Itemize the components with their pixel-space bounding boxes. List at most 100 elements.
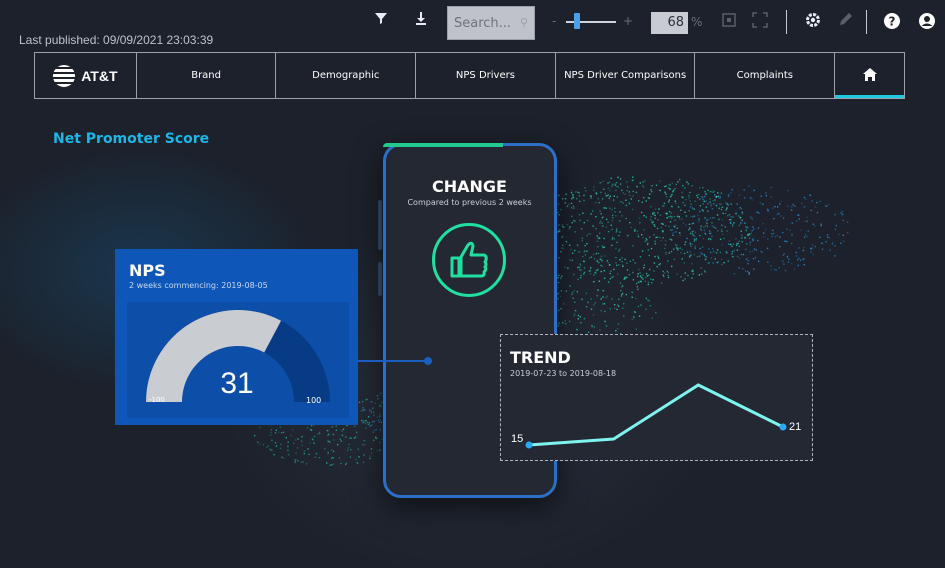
zoom-level-input[interactable]: 68 [651,12,688,34]
particle [677,247,680,250]
particle [355,458,357,461]
particle [572,193,574,196]
nav-tab-brand[interactable]: Brand [137,53,277,98]
particle [577,245,579,247]
particle [654,225,656,227]
particle [621,294,623,296]
particle [611,276,613,279]
filter-icon[interactable] [371,10,391,30]
particle [691,262,693,265]
particle [599,329,601,331]
particle [634,228,636,231]
particle [846,221,849,223]
particle [629,221,631,224]
particle [699,255,701,257]
particle [656,266,658,268]
particle [609,278,611,280]
nav-tab-nps-drivers[interactable]: NPS Drivers [416,53,556,98]
zoom-slider-handle[interactable] [574,13,580,29]
particle [704,217,706,219]
particle [747,262,749,265]
particle [373,411,375,414]
particle [834,228,837,231]
particle [300,440,303,442]
particle [657,212,659,214]
search-input[interactable]: Search... ⚲ [447,6,535,40]
particle [567,205,569,207]
particle [560,208,562,211]
zoom-out-button[interactable]: - [552,14,556,28]
nav-tab-demographic[interactable]: Demographic [276,53,417,98]
particle [675,247,678,249]
particle [581,237,583,240]
particle [731,250,734,253]
gear-icon[interactable] [803,11,823,34]
particle [735,244,738,246]
particle [714,194,716,196]
zoom-in-button[interactable]: + [623,14,633,28]
particle [643,229,645,231]
particle [580,274,582,277]
particle [790,262,793,265]
user-icon[interactable] [917,12,937,35]
particle [615,231,617,233]
fit-page-icon[interactable] [719,12,739,33]
particle [790,209,793,211]
nav-tab-complaints[interactable]: Complaints [695,53,836,98]
particle [694,245,696,247]
trend-end-label: 21 [789,421,802,433]
particle [596,295,598,297]
particle [682,185,684,187]
particle [814,206,817,208]
particle [847,231,849,234]
particle [602,180,604,182]
fullscreen-icon[interactable] [750,12,770,33]
particle [562,235,564,237]
particle [665,193,667,195]
particle [656,227,659,230]
particle [609,195,611,197]
particle [760,195,762,197]
particle [333,439,335,441]
download-icon[interactable] [411,10,431,30]
help-icon[interactable]: ? [882,12,902,35]
particle [625,217,627,220]
particle [776,234,778,237]
particle [753,228,755,230]
particle [565,193,567,195]
particle [652,212,654,214]
particle [707,238,710,240]
particle [567,203,570,206]
particle [363,454,365,456]
particle [699,247,701,250]
particle [642,236,644,239]
nav-tab-nps-driver-comparisons[interactable]: NPS Driver Comparisons [556,53,696,98]
particle [755,249,757,251]
att-logo[interactable]: AT&T [35,53,137,98]
particle [287,441,289,443]
particle [712,251,715,253]
particle [641,201,643,203]
particle [378,394,380,396]
nav-tab-home[interactable] [835,53,904,98]
particle [730,192,732,194]
particle [740,208,743,210]
particle [653,214,655,216]
particle [607,182,609,184]
particle [762,203,764,205]
particle [647,281,650,283]
particle [598,237,601,239]
particle [731,245,733,247]
edit-icon[interactable] [836,11,856,32]
particle [636,230,638,232]
particle [826,205,828,207]
particle [570,197,573,200]
particle [278,431,280,433]
particle [557,324,560,327]
particle [780,215,782,217]
particle [820,224,822,227]
particle [700,229,703,231]
particle [600,310,602,312]
particle [673,215,676,218]
particle [579,269,581,271]
